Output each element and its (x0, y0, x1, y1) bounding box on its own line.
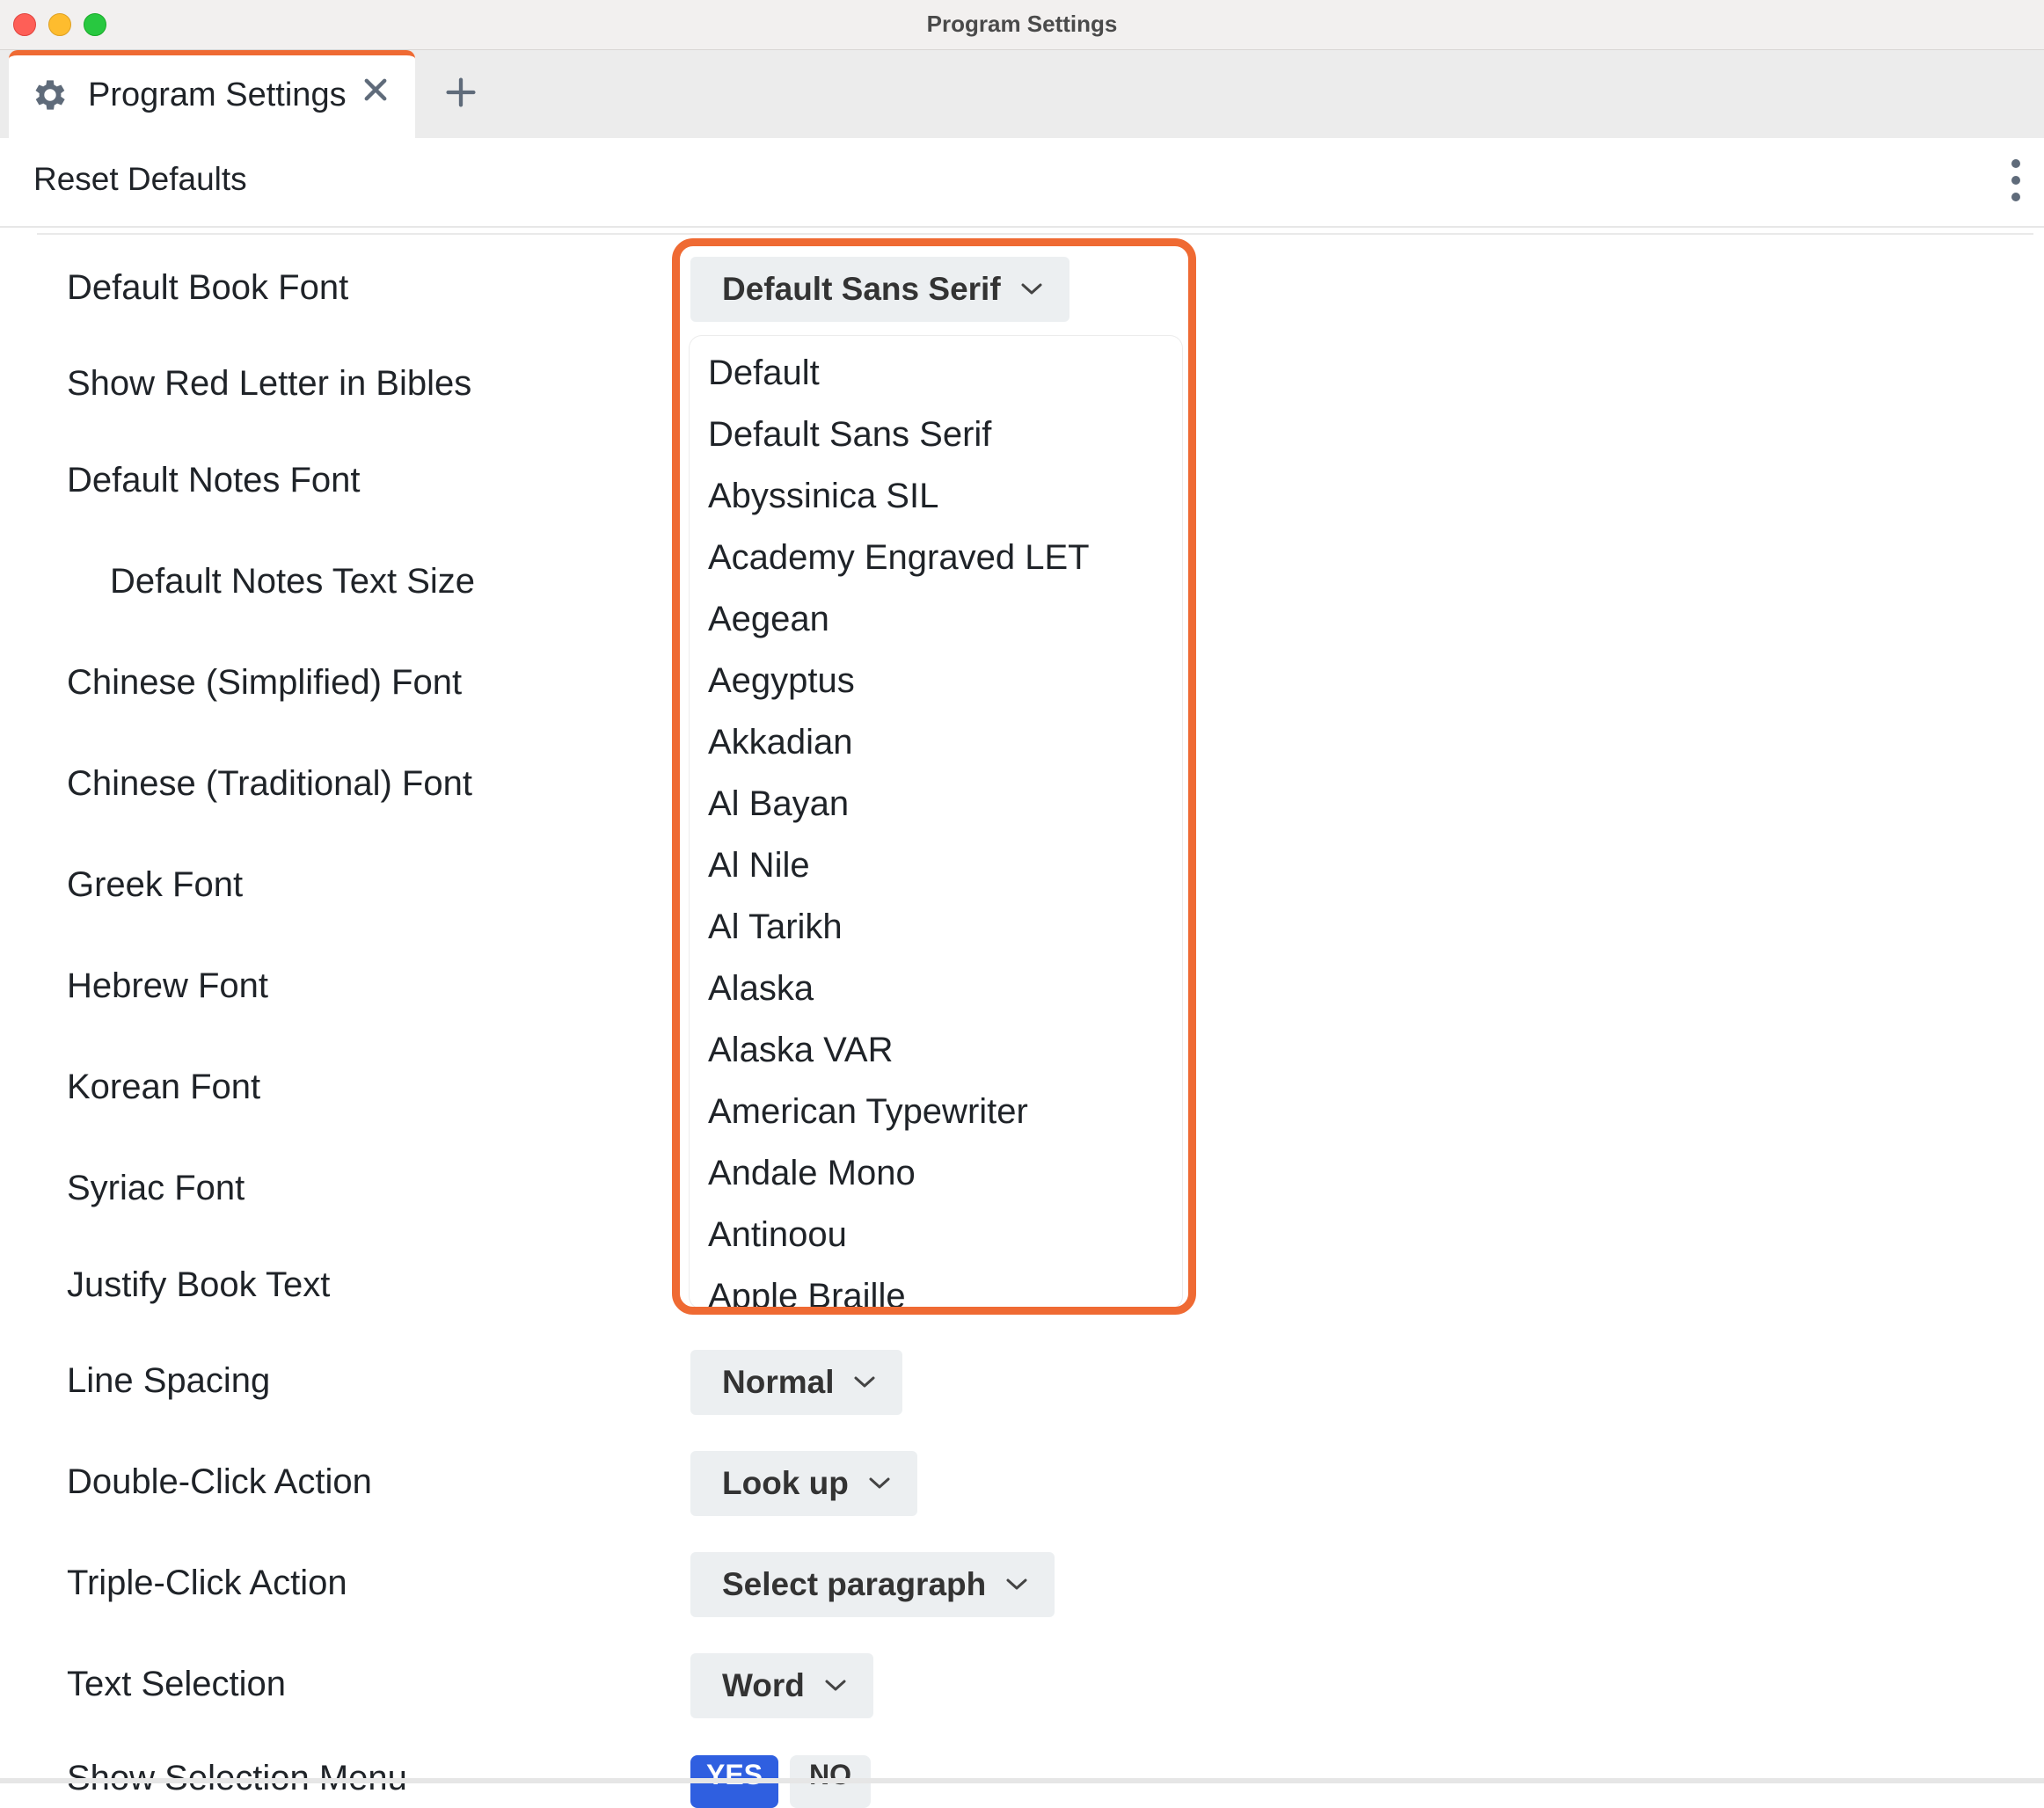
setting-label: Default Notes Font (67, 461, 361, 499)
setting-label: Justify Book Text (67, 1265, 331, 1304)
reset-defaults-button[interactable]: Reset Defaults (33, 161, 247, 198)
triple-click-action-select[interactable]: Select paragraph (690, 1552, 1055, 1617)
tab-label: Program Settings (88, 77, 347, 113)
setting-label: Default Book Font (67, 268, 349, 307)
tab-strip: Program Settings (0, 50, 2044, 138)
line-spacing-select[interactable]: Normal (690, 1350, 903, 1415)
select-value: Select paragraph (722, 1566, 987, 1602)
select-value: Word (722, 1667, 805, 1703)
setting-label: Text Selection (67, 1665, 287, 1703)
setting-label: Chinese (Simplified) Font (67, 663, 463, 702)
gear-icon (35, 80, 65, 110)
add-tab-icon[interactable] (445, 77, 477, 108)
setting-label: Default Notes Text Size (110, 562, 476, 601)
select-value: Normal (722, 1364, 835, 1400)
chevron-down-icon (869, 1477, 890, 1489)
chevron-down-icon (854, 1376, 875, 1388)
title-bar: Program Settings (0, 0, 2044, 50)
setting-label: Greek Font (67, 865, 244, 904)
toolbar: Reset Defaults (0, 138, 2044, 228)
setting-label: Hebrew Font (67, 966, 268, 1005)
tab-program-settings[interactable]: Program Settings (9, 50, 415, 138)
setting-label: Korean Font (67, 1068, 261, 1106)
double-click-action-select[interactable]: Look up (690, 1451, 917, 1516)
setting-label: Chinese (Traditional) Font (67, 764, 472, 803)
window-bottom-edge (0, 1778, 2044, 1783)
close-tab-icon[interactable] (361, 75, 391, 105)
setting-label: Show Red Letter in Bibles (67, 364, 472, 403)
divider (37, 233, 2033, 235)
highlight-box (672, 238, 1196, 1315)
text-selection-select[interactable]: Word (690, 1653, 873, 1718)
setting-label: Syriac Font (67, 1169, 245, 1207)
more-options-icon[interactable] (2009, 159, 2023, 205)
chevron-down-icon (825, 1680, 846, 1691)
setting-label: Double-Click Action (67, 1462, 372, 1501)
setting-label: Triple-Click Action (67, 1564, 347, 1602)
chevron-down-icon (1006, 1578, 1027, 1590)
setting-label: Line Spacing (67, 1361, 271, 1400)
select-value: Look up (722, 1465, 849, 1501)
window-title: Program Settings (926, 11, 1118, 37)
